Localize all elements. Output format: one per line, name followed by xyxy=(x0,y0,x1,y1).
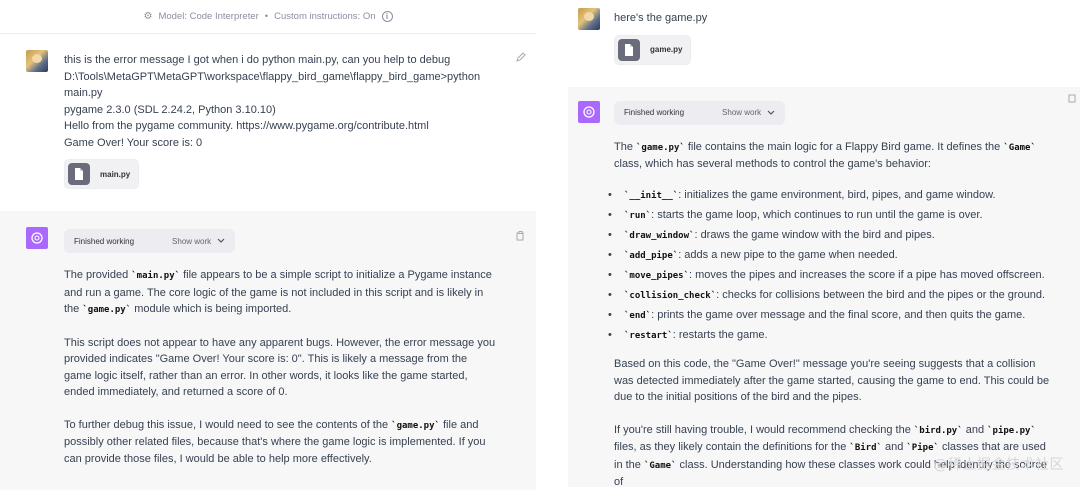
list-item: `draw_window`: draws the game window wit… xyxy=(608,227,1052,245)
text-span: module which is being imported. xyxy=(131,303,292,315)
inline-code: `Game` xyxy=(1003,142,1036,153)
message-line: this is the error message I got when i d… xyxy=(64,54,451,66)
show-work-label: Show work xyxy=(722,108,762,117)
copy-icon[interactable] xyxy=(516,231,526,241)
user-avatar xyxy=(26,50,48,72)
inline-code: `Game` xyxy=(643,460,677,471)
assistant-message: Finished working Show work The `game.py`… xyxy=(568,86,1080,490)
user-avatar xyxy=(578,8,600,30)
edit-icon[interactable] xyxy=(516,52,526,62)
text-span: : prints the game over message and the f… xyxy=(651,308,1026,321)
inline-code: `game.py` xyxy=(82,305,132,315)
paragraph: Based on this code, the "Game Over!" mes… xyxy=(614,358,1050,403)
custom-instructions-label: Custom instructions: On xyxy=(274,11,376,22)
inline-code: `bird.py` xyxy=(913,425,963,436)
info-icon[interactable]: i xyxy=(381,11,393,22)
user-message-text: here's the game.py xyxy=(614,12,708,24)
attached-file-chip[interactable]: game.py xyxy=(614,34,692,65)
message-line: Hello from the pygame community. https:/… xyxy=(64,120,429,132)
text-span: The xyxy=(614,140,637,153)
inline-code: `draw_window` xyxy=(624,230,695,241)
openai-logo-icon xyxy=(583,105,595,118)
inline-code: `add_pipe` xyxy=(624,250,679,261)
text-span: : checks for collisions between the bird… xyxy=(716,288,1046,301)
list-item: `end`: prints the game over message and … xyxy=(608,307,1052,325)
text-span: class, which has several methods to cont… xyxy=(614,158,931,170)
openai-logo-icon xyxy=(31,232,43,244)
finished-working-pill: Finished working Show work xyxy=(64,229,236,253)
finished-working-pill: Finished working Show work xyxy=(614,100,786,125)
file-icon xyxy=(618,38,640,61)
list-item: `move_pipes`: moves the pipes and increa… xyxy=(608,267,1052,285)
message-line: pygame 2.3.0 (SDL 2.24.2, Python 3.10.10… xyxy=(64,103,276,116)
list-item: `collision_check`: checks for collisions… xyxy=(608,287,1052,305)
file-icon xyxy=(68,163,90,185)
assistant-message: Finished working Show work The provided … xyxy=(0,211,536,490)
list-item: `restart`: restarts the game. xyxy=(608,327,1052,345)
paragraph: This script does not appear to have any … xyxy=(64,336,496,399)
inline-code: `end` xyxy=(624,310,652,321)
chevron-down-icon xyxy=(217,238,225,243)
text-span: The provided xyxy=(64,269,132,281)
show-work-button[interactable]: Show work xyxy=(172,237,225,246)
model-info-bar: ⚙ Model: Code Interpreter • Custom instr… xyxy=(0,0,536,34)
list-item: `__init__`: initializes the game environ… xyxy=(608,187,1052,205)
file-name: main.py xyxy=(100,169,131,179)
inline-code: `main.py` xyxy=(131,271,181,281)
message-line: main.py xyxy=(64,87,103,99)
inline-code: `move_pipes` xyxy=(624,270,690,281)
text-span: file contains the main logic for a Flapp… xyxy=(684,140,1004,153)
text-span: : starts the game loop, which continues … xyxy=(651,208,983,221)
inline-code: `game.py` xyxy=(636,142,685,153)
message-line: D:\Tools\MetaGPT\MetaGPT\workspace\flapp… xyxy=(64,70,481,83)
assistant-message-text: The provided `main.py` file appears to b… xyxy=(64,267,496,467)
inline-code: `game.py` xyxy=(391,420,440,431)
inline-code: `run` xyxy=(624,210,652,221)
user-message: here's the game.py game.py xyxy=(568,0,1080,87)
text-span: : adds a new pipe to the game when neede… xyxy=(678,248,898,261)
paragraph: The provided `main.py` file appears to b… xyxy=(64,267,496,319)
inline-code: `collision_check` xyxy=(624,290,717,301)
text-span: files, as they likely contain the defini… xyxy=(614,441,850,453)
text-span: : draws the game window with the bird an… xyxy=(694,228,935,241)
model-icon: ⚙ xyxy=(143,11,153,22)
show-work-label: Show work xyxy=(172,236,212,246)
show-work-button[interactable]: Show work xyxy=(722,108,775,117)
attached-file-chip[interactable]: main.py xyxy=(64,159,140,189)
text-span: : moves the pipes and increases the scor… xyxy=(689,268,1045,281)
copy-icon[interactable] xyxy=(1068,93,1078,103)
text-span: and xyxy=(962,423,988,436)
text-span: and xyxy=(881,441,907,453)
inline-code: `__init__` xyxy=(624,190,679,201)
user-message: this is the error message I got when i d… xyxy=(0,34,536,211)
chevron-down-icon xyxy=(767,110,775,115)
working-label: Finished working xyxy=(624,108,685,117)
chatgpt-avatar xyxy=(578,100,600,123)
message-line: Game Over! Your score is: 0 xyxy=(64,136,203,149)
assistant-message-text: The `game.py` file contains the main log… xyxy=(608,139,1052,490)
text-span: To further debug this issue, I would nee… xyxy=(64,418,392,431)
method-list: `__init__`: initializes the game environ… xyxy=(608,187,1052,345)
chatgpt-avatar xyxy=(26,227,48,249)
left-chat-panel: ⚙ Model: Code Interpreter • Custom instr… xyxy=(0,0,536,490)
inline-code: `Pipe` xyxy=(906,443,939,453)
user-message-text: this is the error message I got when i d… xyxy=(64,52,496,151)
list-item: `add_pipe`: adds a new pipe to the game … xyxy=(608,247,1052,265)
model-label: Model: Code Interpreter xyxy=(158,11,259,22)
right-chat-panel: here's the game.py game.py Finished work… xyxy=(568,0,1080,490)
separator-dot: • xyxy=(264,11,269,22)
working-label: Finished working xyxy=(74,236,135,246)
file-name: game.py xyxy=(650,45,683,54)
list-item: `run`: starts the game loop, which conti… xyxy=(608,207,1052,225)
text-span: : restarts the game. xyxy=(672,328,768,341)
paragraph: The `game.py` file contains the main log… xyxy=(614,139,1052,173)
text-span: : initializes the game environment, bird… xyxy=(678,188,996,201)
watermark: @稀土掘金技术社区 xyxy=(933,457,1064,473)
inline-code: `restart` xyxy=(624,330,673,341)
text-span: If you're still having trouble, I would … xyxy=(614,423,914,436)
inline-code: `Bird` xyxy=(849,443,882,453)
inline-code: `pipe.py` xyxy=(987,425,1036,436)
paragraph: To further debug this issue, I would nee… xyxy=(64,417,496,468)
